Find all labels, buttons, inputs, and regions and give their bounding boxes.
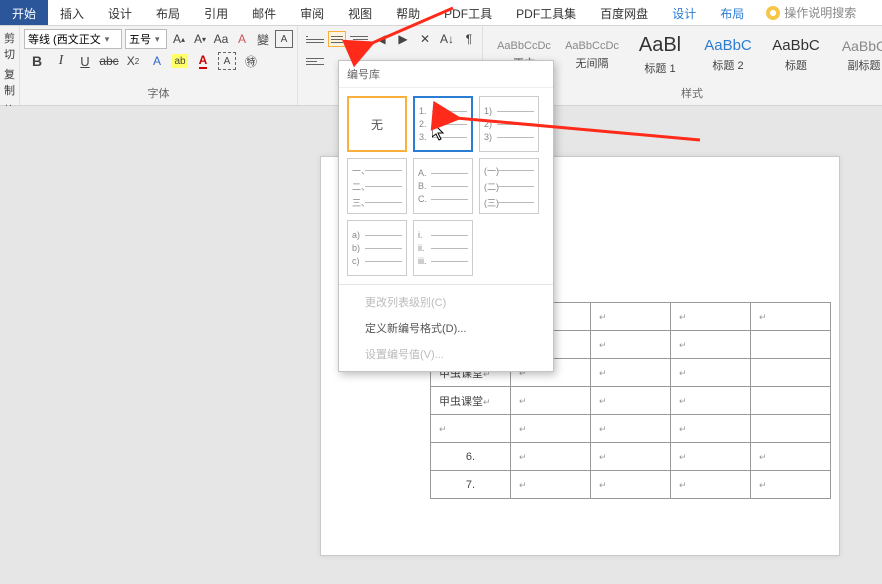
text-effects-button[interactable]: A — [148, 52, 166, 70]
align-left-button[interactable] — [306, 53, 324, 69]
tab-layout[interactable]: 布局 — [144, 0, 192, 25]
character-border-button[interactable]: A — [275, 30, 293, 48]
style-title[interactable]: AaBbC 标题 — [763, 30, 829, 80]
numbering-option-none[interactable]: 无 — [347, 96, 407, 152]
define-new-number-format-menu[interactable]: 定义新编号格式(D)... — [339, 315, 553, 341]
tab-mailings[interactable]: 邮件 — [240, 0, 288, 25]
change-case-button[interactable]: Aa — [212, 30, 230, 48]
tell-me-search[interactable]: 操作说明搜索 — [756, 0, 866, 25]
numbering-option-chinese-paren[interactable]: (一) (二) (三) — [479, 158, 539, 214]
asian-layout-button[interactable]: ✕ — [416, 30, 434, 48]
tab-insert[interactable]: 插入 — [48, 0, 96, 25]
style-no-spacing[interactable]: AaBbCcDc 无间隔 — [559, 30, 625, 80]
subscript-button[interactable]: X2 — [124, 52, 142, 70]
numbering-option-upper-alpha[interactable]: A. B. C. — [413, 158, 473, 214]
table-row[interactable]: 6.↵↵↵↵ — [431, 443, 831, 471]
font-color-button[interactable]: A — [194, 52, 212, 70]
set-numbering-value-menu: 设置编号值(V)... — [339, 341, 553, 367]
tab-home[interactable]: 开始 — [0, 0, 48, 25]
character-shading-button[interactable]: A — [218, 52, 236, 70]
decrease-indent-button[interactable]: ◀ — [372, 30, 390, 48]
table-row[interactable]: 7.↵↵↵↵ — [431, 471, 831, 499]
multilevel-list-button[interactable] — [350, 31, 368, 47]
font-size-select[interactable]: 五号▾ — [125, 29, 167, 49]
numbering-option-chinese[interactable]: 一、 二、 三、 — [347, 158, 407, 214]
numbering-option-decimal-dot[interactable]: 1. 2. 3. — [413, 96, 473, 152]
style-heading-2[interactable]: AaBbC 标题 2 — [695, 30, 761, 80]
shrink-font-button[interactable]: A▾ — [191, 30, 209, 48]
sort-button[interactable]: A↓ — [438, 30, 456, 48]
tab-view[interactable]: 视图 — [336, 0, 384, 25]
tab-pdf-toolset[interactable]: PDF工具集 — [504, 0, 588, 25]
italic-button[interactable]: I — [52, 52, 70, 70]
tab-help[interactable]: 帮助 — [384, 0, 432, 25]
strikethrough-button[interactable]: abc — [100, 52, 118, 70]
font-name-select[interactable]: 等线 (西文正文▾ — [24, 29, 122, 49]
bullets-button[interactable] — [306, 31, 324, 47]
font-group: 等线 (西文正文▾ 五号▾ A▴ A▾ Aa A 變 A B I U abc X… — [20, 26, 298, 105]
table-row[interactable]: 甲虫课堂↵↵↵↵ — [431, 387, 831, 415]
increase-indent-button[interactable]: ▶ — [394, 30, 412, 48]
bold-button[interactable]: B — [28, 52, 46, 70]
tab-table-layout[interactable]: 布局 — [708, 0, 756, 25]
numbering-option-lower-alpha-paren[interactable]: a) b) c) — [347, 220, 407, 276]
tab-baidu-netdisk[interactable]: 百度网盘 — [588, 0, 660, 25]
show-marks-button[interactable]: ¶ — [460, 30, 478, 48]
tab-table-design[interactable]: 设计 — [660, 0, 708, 25]
ribbon-tabs: 开始 插入 设计 布局 引用 邮件 审阅 视图 帮助 PDF工具 PDF工具集 … — [0, 0, 882, 26]
table-row[interactable]: ↵↵↵↵ — [431, 415, 831, 443]
clear-formatting-button[interactable]: A — [233, 30, 251, 48]
numbering-button[interactable] — [328, 31, 346, 47]
numbering-library-dropdown: 编号库 无 1. 2. 3. 1) 2) 3) 一、 二、 三、 A. B. C… — [338, 60, 554, 372]
tab-review[interactable]: 审阅 — [288, 0, 336, 25]
phonetic-guide-button[interactable]: 變 — [254, 30, 272, 48]
tab-references[interactable]: 引用 — [192, 0, 240, 25]
grow-font-button[interactable]: A▴ — [170, 30, 188, 48]
font-group-label: 字体 — [24, 85, 293, 103]
enclose-characters-button[interactable]: ㊕ — [242, 52, 260, 70]
style-subtitle[interactable]: AaBbC 副标题 — [831, 30, 882, 80]
lightbulb-icon — [766, 6, 780, 20]
tell-me-label: 操作说明搜索 — [784, 4, 856, 21]
numbering-option-decimal-paren[interactable]: 1) 2) 3) — [479, 96, 539, 152]
clipboard-group: 剪切 复制 格式刷 — [0, 26, 20, 105]
cut-button[interactable]: 剪切 — [4, 28, 15, 64]
tab-pdf-tools[interactable]: PDF工具 — [432, 0, 504, 25]
style-heading-1[interactable]: AaBl 标题 1 — [627, 30, 693, 80]
copy-button[interactable]: 复制 — [4, 64, 15, 100]
underline-button[interactable]: U — [76, 52, 94, 70]
change-list-level-menu: 更改列表级别(C) — [339, 289, 553, 315]
tab-design[interactable]: 设计 — [96, 0, 144, 25]
numbering-option-roman-lower[interactable]: i. ii. iii. — [413, 220, 473, 276]
dropdown-title: 编号库 — [339, 61, 553, 88]
highlight-button[interactable]: ab — [172, 54, 188, 68]
